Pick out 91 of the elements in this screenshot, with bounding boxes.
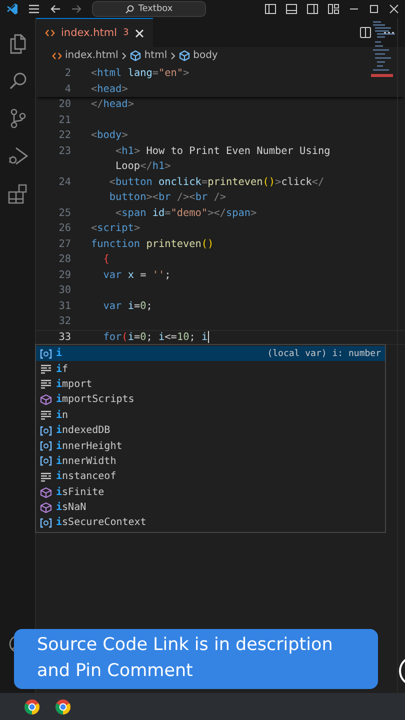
line-number: 2 [64, 68, 71, 80]
line-number: 27 [58, 238, 71, 250]
run-debug-icon[interactable] [8, 146, 28, 166]
line-number: 4 [64, 84, 71, 95]
line-number: 30 [58, 285, 71, 296]
line-number: 29 [58, 270, 71, 281]
close-icon[interactable] [389, 4, 399, 14]
element-icon [130, 50, 142, 61]
editor-tab[interactable]: index.html 3 [36, 18, 153, 47]
suggestion-item[interactable]: in [36, 408, 385, 423]
maximize-icon[interactable] [369, 4, 379, 14]
code-line: <html lang="en"> [90, 68, 190, 80]
suggestion-item[interactable]: isNaN [36, 500, 385, 516]
code-line: </head> [90, 99, 134, 110]
code-line: <body> [90, 130, 128, 142]
breadcrumb-item[interactable]: index.html [65, 50, 118, 61]
suggestion-item[interactable]: indexedDB [36, 422, 385, 438]
html-file-icon [45, 29, 55, 37]
line-number: 25 [58, 208, 71, 219]
suggestion-item[interactable]: instanceof [36, 469, 385, 485]
sidebar-layout-icon[interactable] [265, 4, 276, 14]
line-number: 21 [58, 114, 71, 126]
html-file-icon [52, 52, 62, 60]
menu-icon[interactable] [28, 4, 40, 14]
suggestion-item[interactable]: import [36, 376, 385, 392]
browser-icon[interactable] [55, 698, 71, 714]
caption-toast: Source Code Link is in description and Pin Comment [14, 629, 378, 689]
search-icon [125, 4, 134, 14]
line-number: 32 [58, 316, 71, 328]
forward-arrow-icon[interactable] [71, 4, 82, 14]
suggestion-item[interactable]: isSecureContext [36, 515, 385, 531]
line-number: 33 [58, 332, 71, 343]
suggestion-item[interactable]: innerWidth [36, 454, 385, 470]
code-line: <h1> How to Print Even Number Using [114, 146, 330, 157]
chevron-icon [170, 52, 176, 60]
line-number: 23 [58, 146, 71, 157]
keyword-icon [40, 364, 52, 374]
code-line: var i=0; [102, 300, 152, 312]
code-line: { [102, 254, 110, 266]
variable-icon [40, 426, 52, 436]
cube-icon [40, 394, 52, 406]
variable-icon [40, 518, 52, 528]
breadcrumb-item[interactable]: body [193, 50, 218, 61]
minimap[interactable] [371, 20, 397, 78]
cube-icon [40, 486, 52, 498]
close-icon[interactable] [134, 28, 144, 38]
line-number: 26 [58, 223, 71, 234]
suggestion-item[interactable]: innerHeight [36, 438, 385, 454]
search-icon[interactable] [8, 72, 26, 90]
back-arrow-icon[interactable] [50, 4, 61, 14]
line-number: 28 [58, 254, 71, 266]
variable-icon [40, 441, 52, 452]
secondary-sidebar-icon[interactable] [307, 4, 318, 14]
panel-layout-icon[interactable] [286, 4, 297, 14]
code-line: <script> [90, 223, 140, 234]
variable-icon [40, 456, 52, 466]
line-number: 31 [58, 300, 71, 312]
code-line: <button onclick=printeven()>click</ [108, 176, 324, 188]
cube-icon [40, 502, 52, 514]
code-line: <head> [90, 84, 128, 95]
vscode-logo-icon[interactable] [6, 3, 18, 15]
search-field[interactable]: Textbox [92, 1, 206, 17]
split-editor-icon[interactable] [360, 27, 371, 38]
suggestion-item[interactable]: if [36, 361, 385, 377]
keyword-icon [40, 472, 52, 482]
keyword-icon [40, 379, 52, 390]
breadcrumb-item[interactable]: html [144, 50, 168, 61]
layout-grid-icon[interactable] [328, 4, 339, 14]
source-control-icon[interactable] [10, 108, 26, 128]
chevron-icon [121, 52, 128, 60]
code-line: <span id="demo"></span> [114, 208, 257, 219]
line-number: 22 [58, 130, 71, 142]
files-icon[interactable] [8, 34, 26, 54]
browser-icon[interactable] [24, 698, 40, 714]
code-line: Loop</h1> [114, 161, 171, 172]
code-line: var x = ''; [102, 270, 171, 281]
code-line: button><br /><br /> [108, 192, 226, 204]
code-line: for(i=0; i<=10; i [102, 332, 208, 343]
problem-count: 3 [122, 28, 129, 38]
variable-icon [40, 348, 52, 359]
code-line: function printeven() [90, 238, 214, 250]
suggestion-item[interactable]: importScripts [36, 392, 385, 408]
line-number: 24 [58, 176, 71, 188]
text-cursor [208, 331, 209, 344]
suggestion-item[interactable]: isFinite [36, 484, 385, 500]
suggestion-item[interactable]: i (local var) i: number [36, 346, 385, 362]
more-icon[interactable] [383, 30, 395, 34]
line-number: 20 [58, 99, 71, 110]
element-icon [179, 50, 190, 61]
keyword-icon [40, 410, 52, 420]
extensions-icon[interactable] [8, 184, 28, 204]
